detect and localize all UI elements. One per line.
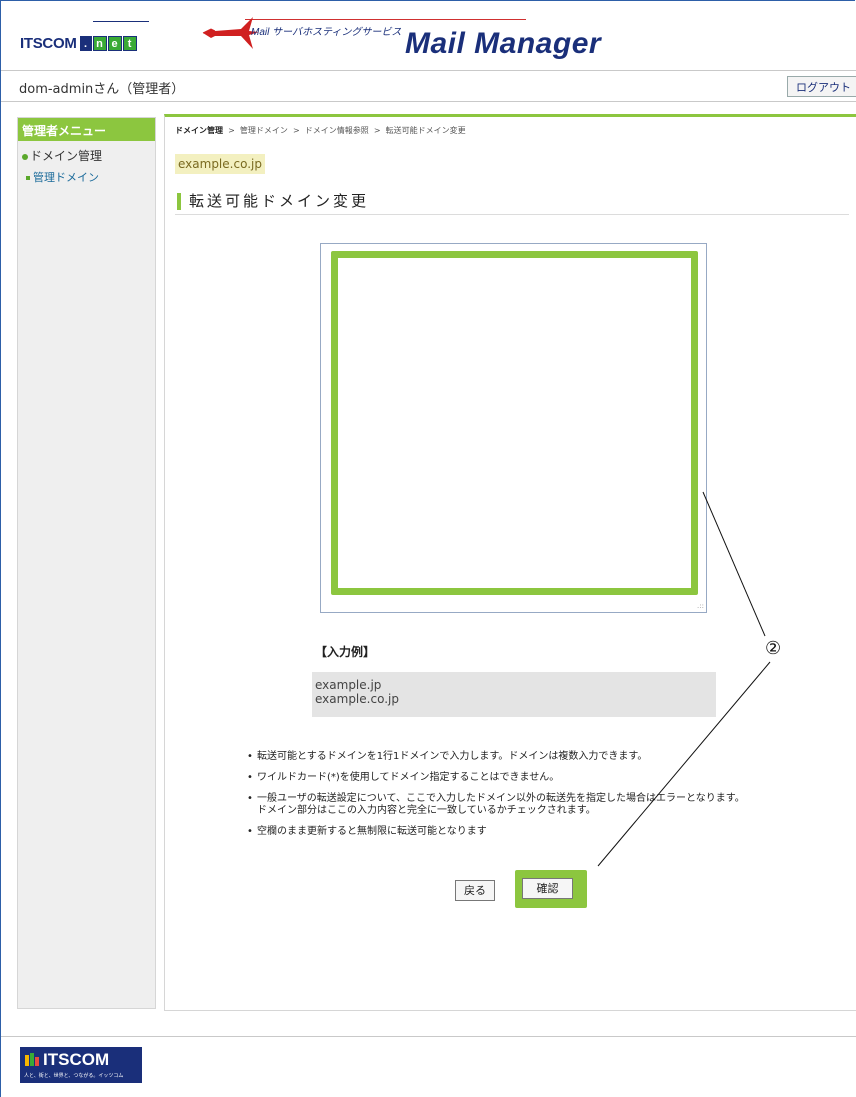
service-tagline: Mail サーバホスティングサービス [251,27,402,38]
page-title: 転送可能ドメイン変更 [177,190,369,211]
breadcrumb-item[interactable]: ドメイン情報参照 [305,126,369,135]
resize-grip-icon[interactable]: .:: [697,602,704,610]
back-button[interactable]: 戻る [455,880,495,901]
notes-list: 転送可能とするドメインを1行1ドメインで入力します。ドメインは複数入力できます。… [247,751,847,847]
breadcrumb-separator: > [292,126,300,135]
title-divider [175,214,849,215]
breadcrumb-current: 転送可能ドメイン変更 [385,126,466,135]
example-label: 【入力例】 [315,645,376,659]
example-line: example.jp [315,678,382,692]
sidebar: 管理者メニュー ドメイン管理 管理ドメイン [17,117,156,1009]
example-box: example.jp example.co.jp [312,672,716,717]
bullet-icon [22,153,28,160]
title-accent-bar [177,193,181,210]
itscom-net-logo: ITSCOM . n e t [20,35,137,52]
confirm-button[interactable]: 確認 [522,878,573,899]
user-bar: dom-adminさん（管理者） ログアウト [1,70,856,102]
current-user: dom-adminさん（管理者） [19,82,185,97]
sidebar-section-domain[interactable]: ドメイン管理 [18,141,155,164]
note-item: ワイルドカード(*)を使用してドメイン指定することはできません。 [247,772,847,784]
breadcrumb: ドメイン管理 > 管理ドメイン > ドメイン情報参照 > 転送可能ドメイン変更 [175,125,466,136]
note-item: 空欄のまま更新すると無制限に転送可能となります [247,826,847,838]
tagline-rule [245,19,526,20]
allowed-domains-textarea[interactable]: .:: [320,243,707,613]
square-bullet-icon [26,176,30,180]
domain-badge: example.co.jp [175,154,265,174]
breadcrumb-separator: > [228,126,235,135]
note-item: 転送可能とするドメインを1行1ドメインで入力します。ドメインは複数入力できます。 [247,751,847,763]
breadcrumb-item[interactable]: 管理ドメイン [240,126,288,135]
note-item: 一般ユーザの転送設定について、ここで入力したドメイン以外の転送先を指定した場合は… [247,793,847,817]
breadcrumb-separator: > [373,126,381,135]
logo-accent-line [93,21,149,22]
callout-number: ② [765,638,782,659]
logout-button[interactable]: ログアウト [787,76,856,97]
main-content: ドメイン管理 > 管理ドメイン > ドメイン情報参照 > 転送可能ドメイン変更 … [164,114,856,1011]
footer-slogan: 人と、街と、世界と、つながる。イッツコム [24,1073,124,1079]
footer-brand: ITSCOM [43,1050,110,1069]
brand-text: ITSCOM [20,35,77,52]
textarea-highlight [331,251,698,595]
itscom-mark-icon [25,1053,39,1066]
sidebar-heading: 管理者メニュー [18,118,155,141]
header: ITSCOM . n e t Mail サーバホスティングサービス Mail M… [1,1,856,70]
sidebar-item-managed-domain[interactable]: 管理ドメイン [18,164,155,185]
footer-logo: ITSCOM 人と、街と、世界と、つながる。イッツコム [20,1047,142,1083]
net-badge: . n e t [79,36,137,51]
breadcrumb-item[interactable]: ドメイン管理 [175,126,223,135]
app-title: Mail Manager [405,27,602,60]
example-line: example.co.jp [315,692,399,706]
note-continuation: ドメイン部分はここの入力内容と完全に一致しているかチェックされます。 [257,805,596,816]
footer: ITSCOM 人と、街と、世界と、つながる。イッツコム [1,1036,856,1097]
